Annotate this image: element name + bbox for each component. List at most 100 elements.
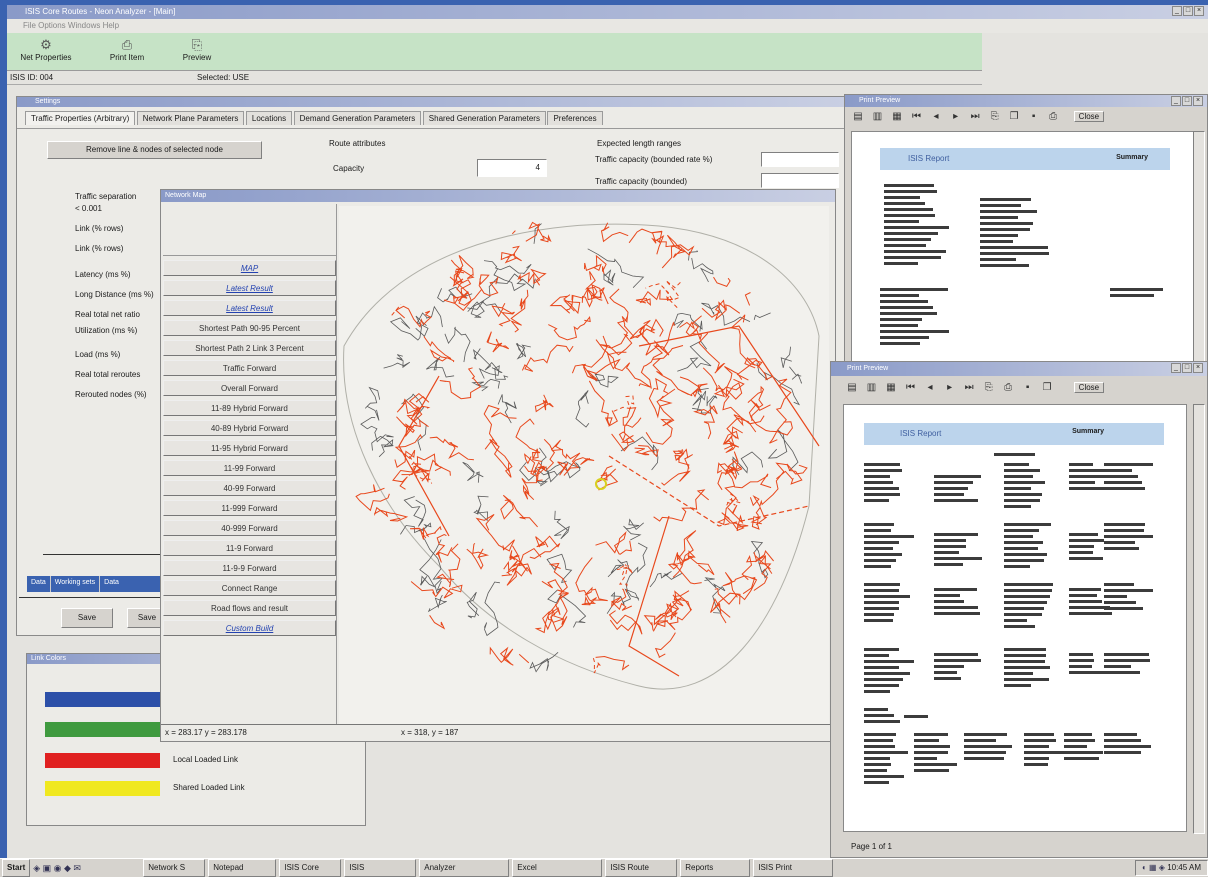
map-legend-item[interactable]: 11-9-9 Forward	[163, 560, 336, 576]
route-line	[515, 418, 542, 462]
color-swatch-blue	[45, 692, 160, 707]
close-preview-back-button[interactable]: Close	[1073, 111, 1105, 122]
close-button[interactable]: ×	[1194, 6, 1204, 16]
map-legend-item[interactable]: Latest Result	[163, 280, 336, 296]
maximize-button[interactable]: □	[1183, 6, 1193, 16]
next-page-icon[interactable]: ▸	[943, 382, 957, 393]
tab-traffic-properties[interactable]: Traffic Properties (Arbitrary)	[25, 111, 136, 125]
minimize-button[interactable]: _	[1171, 363, 1181, 373]
map-legend-item[interactable]: MAP	[163, 260, 336, 276]
map-legend-item[interactable]: Latest Result	[163, 300, 336, 316]
report-text-line	[1104, 745, 1151, 748]
tab-preferences[interactable]: Preferences	[547, 111, 603, 125]
map-legend-item[interactable]: Road flows and result	[163, 600, 336, 616]
map-legend-item[interactable]: Shortest Path 90-95 Percent	[163, 320, 336, 336]
route-line	[462, 461, 484, 483]
close-button[interactable]: ×	[1193, 96, 1203, 106]
map-legend-item[interactable]: 11-89 Hybrid Forward	[163, 400, 336, 416]
route-line	[754, 549, 774, 563]
print-icon[interactable]: ⎙	[1046, 111, 1060, 122]
report-text-line	[1104, 751, 1141, 754]
task-button[interactable]: Network S	[143, 859, 206, 877]
map-legend-item[interactable]: 11-9 Forward	[163, 540, 336, 556]
settings-title: Settings	[35, 98, 61, 105]
print-preview-back-controls: _ □ ×	[1171, 96, 1203, 106]
save-button[interactable]: Save	[61, 608, 113, 628]
map-legend-item[interactable]: 11-95 Hybrid Forward	[163, 440, 336, 456]
traffic-capacity-rate-field[interactable]	[761, 152, 839, 167]
multi-page-icon[interactable]: ▦	[884, 382, 898, 393]
report-text-line	[864, 672, 910, 675]
report-text-line	[864, 720, 900, 723]
map-legend-item[interactable]: Shortest Path 2 Link 3 Percent	[163, 340, 336, 356]
route-line	[600, 222, 629, 243]
prev-page-icon[interactable]: ◂	[923, 382, 937, 393]
save-icon[interactable]: ▪	[1027, 111, 1041, 122]
tab-data-2[interactable]: Data	[99, 576, 123, 592]
map-legend-item[interactable]: 40-99 Forward	[163, 480, 336, 496]
tab-data[interactable]: Data	[27, 576, 50, 592]
toolbar-net-properties-button[interactable]: ⚙ Net Properties	[15, 37, 77, 70]
export-icon[interactable]: ⎘	[988, 111, 1002, 122]
report-text-line	[914, 739, 939, 742]
last-page-icon[interactable]: ⏭	[968, 111, 982, 122]
maximize-button[interactable]: □	[1182, 96, 1192, 106]
one-page-icon[interactable]: ▤	[851, 111, 865, 122]
task-button[interactable]: Reports	[680, 859, 751, 877]
last-page-icon[interactable]: ⏭	[962, 382, 976, 393]
report-text-line	[1064, 745, 1087, 748]
preview-back-scrollbar[interactable]	[1193, 131, 1205, 365]
copy-icon[interactable]: ❐	[1040, 382, 1054, 393]
report-text-line	[864, 601, 899, 604]
save-icon[interactable]: ▪	[1021, 382, 1035, 393]
minimize-button[interactable]: _	[1172, 6, 1182, 16]
task-button[interactable]: Notepad	[208, 859, 277, 877]
preview-front-scrollbar[interactable]	[1193, 404, 1205, 834]
report-text-line	[964, 733, 1007, 736]
map-legend-item[interactable]: 40-999 Forward	[163, 520, 336, 536]
report-header-front: ISIS Report Summary	[864, 423, 1164, 445]
remove-nodes-button[interactable]: Remove line & nodes of selected node	[47, 141, 262, 159]
next-page-icon[interactable]: ▸	[949, 111, 963, 122]
export-icon[interactable]: ⎘	[982, 382, 996, 393]
network-map-canvas[interactable]	[339, 206, 829, 724]
task-button[interactable]: ISIS	[344, 859, 417, 877]
map-legend-item[interactable]: Connect Range	[163, 580, 336, 596]
tab-demand-generation[interactable]: Demand Generation Parameters	[293, 111, 422, 125]
task-button[interactable]: Excel	[512, 859, 603, 877]
prev-page-icon[interactable]: ◂	[929, 111, 943, 122]
menu-bar[interactable]: File Options Windows Help	[7, 19, 1208, 33]
route-line	[500, 494, 538, 528]
one-page-icon[interactable]: ▤	[845, 382, 859, 393]
capacity-field[interactable]: 4	[477, 159, 547, 177]
maximize-button[interactable]: □	[1182, 363, 1192, 373]
two-page-icon[interactable]: ▥	[871, 111, 885, 122]
map-legend-item[interactable]: 11-999 Forward	[163, 500, 336, 516]
map-legend-item[interactable]: 11-99 Forward	[163, 460, 336, 476]
tab-shared-generation[interactable]: Shared Generation Parameters	[422, 111, 546, 125]
task-button[interactable]: ISIS Route	[605, 859, 678, 877]
tab-network-plane[interactable]: Network Plane Parameters	[136, 111, 245, 125]
start-button[interactable]: Start	[2, 859, 31, 877]
task-button[interactable]: ISIS Core	[279, 859, 342, 877]
task-button[interactable]: Analyzer	[419, 859, 510, 877]
close-preview-front-button[interactable]: Close	[1073, 382, 1105, 393]
map-legend-item[interactable]: Custom Build	[163, 620, 336, 636]
multi-page-icon[interactable]: ▦	[890, 111, 904, 122]
copy-icon[interactable]: ❐	[1007, 111, 1021, 122]
map-legend-item[interactable]: Overall Forward	[163, 380, 336, 396]
first-page-icon[interactable]: ⏮	[904, 382, 918, 393]
toolbar-print-item-button[interactable]: ⎙ Print Item	[107, 37, 147, 70]
first-page-icon[interactable]: ⏮	[910, 111, 924, 122]
minimize-button[interactable]: _	[1171, 96, 1181, 106]
close-button[interactable]: ×	[1193, 363, 1203, 373]
tab-locations[interactable]: Locations	[245, 111, 293, 125]
map-legend-item[interactable]: 40-89 Hybrid Forward	[163, 420, 336, 436]
tab-working-sets[interactable]: Working sets	[49, 576, 99, 592]
print-icon[interactable]: ⎙	[1001, 382, 1015, 393]
task-button[interactable]: ISIS Print	[753, 859, 834, 877]
two-page-icon[interactable]: ▥	[865, 382, 879, 393]
traffic-capacity-bounded-field[interactable]	[761, 173, 839, 188]
toolbar-preview-button[interactable]: ⎘ Preview	[177, 37, 217, 70]
map-legend-item[interactable]: Traffic Forward	[163, 360, 336, 376]
